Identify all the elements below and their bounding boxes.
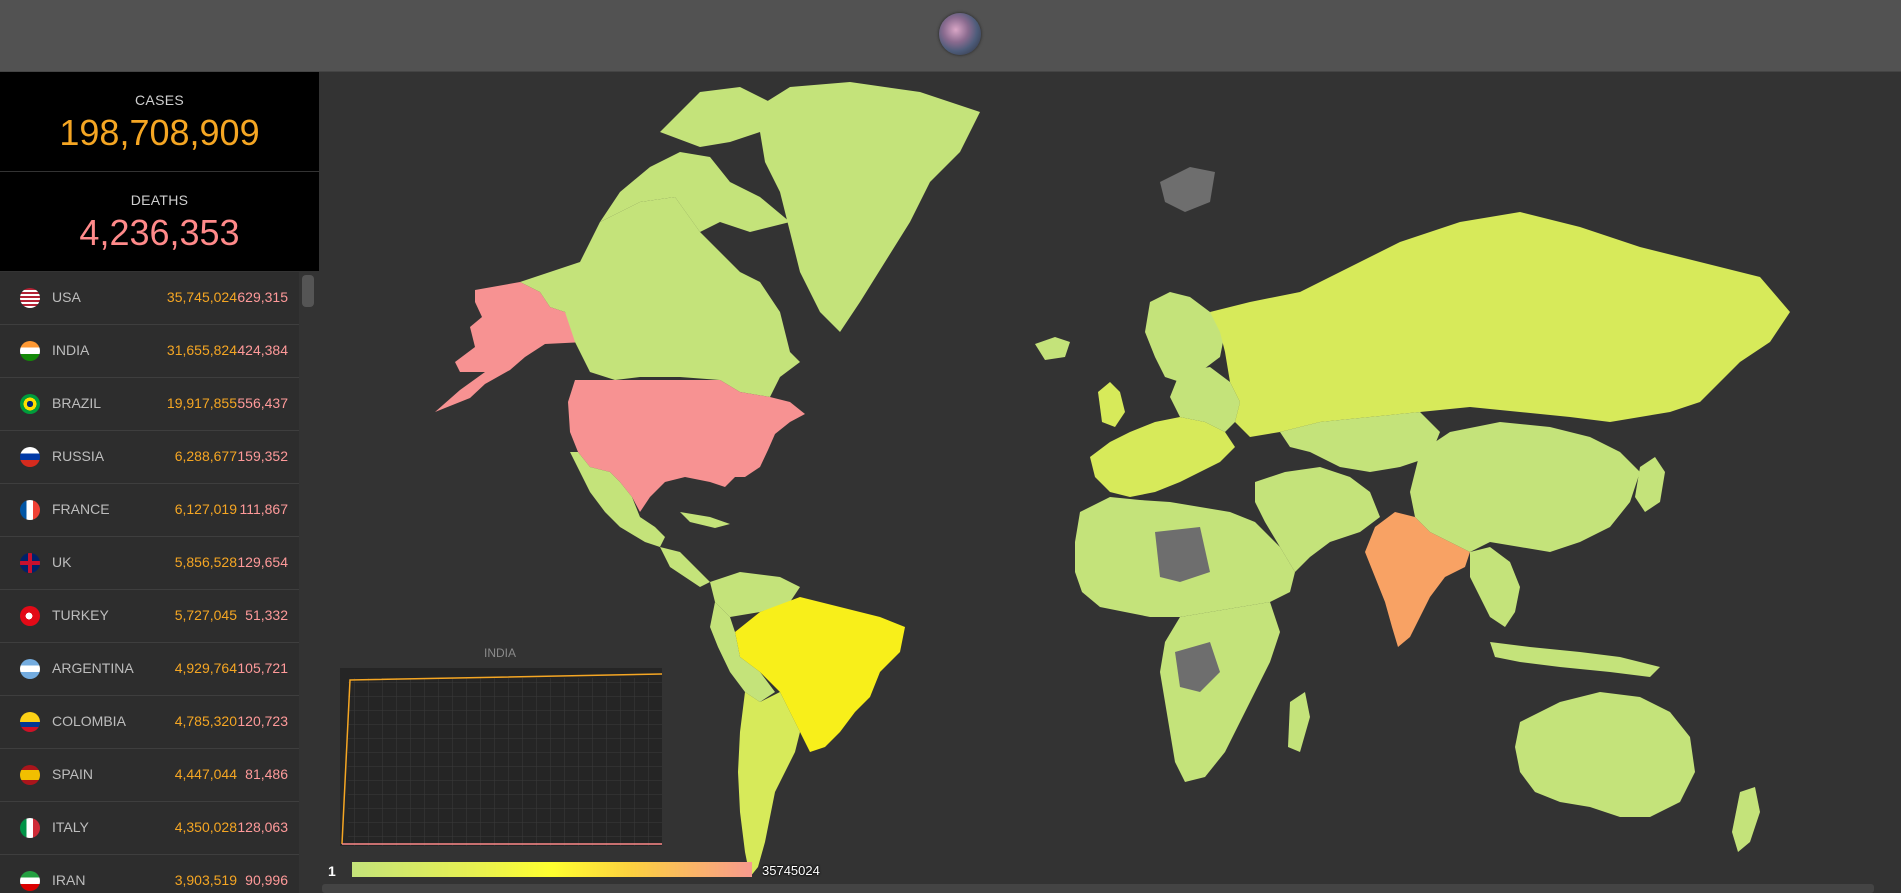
map-australia[interactable] (1515, 692, 1695, 817)
country-cases: 5,727,045 (174, 607, 237, 623)
country-cases: 35,745,024 (166, 289, 237, 305)
country-cases: 4,929,764 (174, 660, 237, 676)
legend-max-value: 35745024 (762, 863, 820, 878)
country-deaths: 629,315 (237, 289, 288, 305)
map-caribbean (680, 512, 730, 528)
country-cases: 6,288,677 (174, 448, 237, 464)
country-deaths: 556,437 (237, 395, 288, 411)
list-scrollbar[interactable] (302, 275, 314, 307)
map-indonesia (1490, 642, 1660, 677)
country-deaths: 51,332 (245, 607, 288, 623)
country-name: SPAIN (52, 766, 93, 782)
map-russia[interactable] (1210, 212, 1790, 437)
map-uk[interactable] (1098, 382, 1125, 427)
flag-colombia-icon (20, 712, 40, 732)
country-cases: 6,127,019 (174, 501, 237, 517)
country-name: ITALY (52, 819, 89, 835)
country-name: USA (52, 289, 81, 305)
country-row-india[interactable]: INDIA 31,655,824 424,384 (0, 325, 299, 378)
flag-italy-icon (20, 818, 40, 838)
globe-logo-icon[interactable] (939, 13, 981, 55)
country-deaths: 111,867 (239, 501, 288, 517)
country-cases: 4,785,320 (174, 713, 237, 729)
country-name: UK (52, 554, 72, 570)
country-deaths: 159,352 (237, 448, 288, 464)
country-cases: 31,655,824 (166, 342, 237, 358)
country-name: INDIA (52, 342, 90, 358)
country-row-colombia[interactable]: COLOMBIA 4,785,320 120,723 (0, 696, 299, 749)
flag-russia-icon (20, 447, 40, 467)
flag-usa-icon (20, 288, 40, 308)
total-deaths-panel: DEATHS 4,236,353 (0, 172, 319, 271)
map-horizontal-scrollbar[interactable] (322, 884, 1874, 893)
country-row-italy[interactable]: ITALY 4,350,028 128,063 (0, 802, 299, 855)
country-cases: 4,350,028 (174, 819, 237, 835)
country-deaths: 90,996 (245, 872, 288, 888)
map-libya (1155, 527, 1210, 582)
cases-value: 198,708,909 (59, 112, 260, 153)
country-row-france[interactable]: FRANCE 6,127,019 111,867 (0, 484, 299, 537)
map-madagascar (1288, 692, 1310, 752)
country-deaths: 129,654 (237, 554, 288, 570)
country-list: USA 35,745,024 629,315 INDIA 31,655,824 424,3… (0, 272, 299, 893)
country-name: RUSSIA (52, 448, 105, 464)
map-southeast-asia[interactable] (1470, 547, 1520, 627)
flag-uk-icon (20, 553, 40, 573)
country-name: BRAZIL (52, 395, 102, 411)
country-row-russia[interactable]: RUSSIA 6,288,677 159,352 (0, 431, 299, 484)
country-name: FRANCE (52, 501, 110, 517)
mini-chart-title: INDIA (483, 646, 516, 660)
map-scandinavia[interactable] (1145, 292, 1225, 382)
country-deaths: 128,063 (237, 819, 288, 835)
flag-argentina-icon (20, 659, 40, 679)
map-china[interactable] (1410, 422, 1640, 552)
flag-india-icon (20, 341, 40, 361)
deaths-value: 4,236,353 (79, 212, 240, 253)
country-deaths: 120,723 (237, 713, 288, 729)
country-row-iran[interactable]: IRAN 3,903,519 90,996 (0, 855, 299, 893)
country-deaths: 81,486 (245, 766, 288, 782)
country-cases: 3,903,519 (174, 872, 237, 888)
flag-spain-icon (20, 765, 40, 785)
cases-label: CASES (135, 92, 184, 108)
country-name: TURKEY (52, 607, 109, 623)
country-row-argentina[interactable]: ARGENTINA 4,929,764 105,721 (0, 643, 299, 696)
country-deaths: 105,721 (237, 660, 288, 676)
country-cases: 5,856,528 (174, 554, 237, 570)
country-name: COLOMBIA (52, 713, 126, 729)
top-bar (0, 0, 1901, 72)
map-south-africa-region[interactable] (1160, 602, 1280, 782)
flag-brazil-icon (20, 394, 40, 414)
map-western-europe[interactable] (1090, 417, 1235, 497)
country-row-uk[interactable]: UK 5,856,528 129,654 (0, 537, 299, 590)
total-cases-panel: CASES 198,708,909 (0, 72, 319, 172)
country-row-brazil[interactable]: BRAZIL 19,917,855 556,437 (0, 378, 299, 431)
legend-color-scale (352, 862, 752, 877)
flag-france-icon (20, 500, 40, 520)
flag-iran-icon (20, 871, 40, 891)
country-name: ARGENTINA (52, 660, 134, 676)
flag-turkey-icon (20, 606, 40, 626)
map-central-america (660, 547, 710, 587)
country-cases: 19,917,855 (166, 395, 237, 411)
country-row-spain[interactable]: SPAIN 4,447,044 81,486 (0, 749, 299, 802)
chart-grid (348, 678, 662, 846)
map-japan (1635, 457, 1665, 512)
country-cases: 4,447,044 (174, 766, 237, 782)
map-greenland[interactable] (750, 82, 980, 332)
map-argentina-chile[interactable] (738, 692, 800, 877)
map-iceland (1035, 337, 1070, 360)
country-trend-chart (340, 668, 662, 846)
deaths-label: DEATHS (130, 192, 189, 208)
country-deaths: 424,384 (237, 342, 288, 358)
country-row-turkey[interactable]: TURKEY 5,727,045 51,332 (0, 590, 299, 643)
country-name: IRAN (52, 872, 86, 888)
legend-min-value: 1 (328, 863, 336, 879)
country-row-usa[interactable]: USA 35,745,024 629,315 (0, 272, 299, 325)
map-new-zealand (1732, 787, 1760, 852)
map-svalbard (1160, 167, 1215, 212)
